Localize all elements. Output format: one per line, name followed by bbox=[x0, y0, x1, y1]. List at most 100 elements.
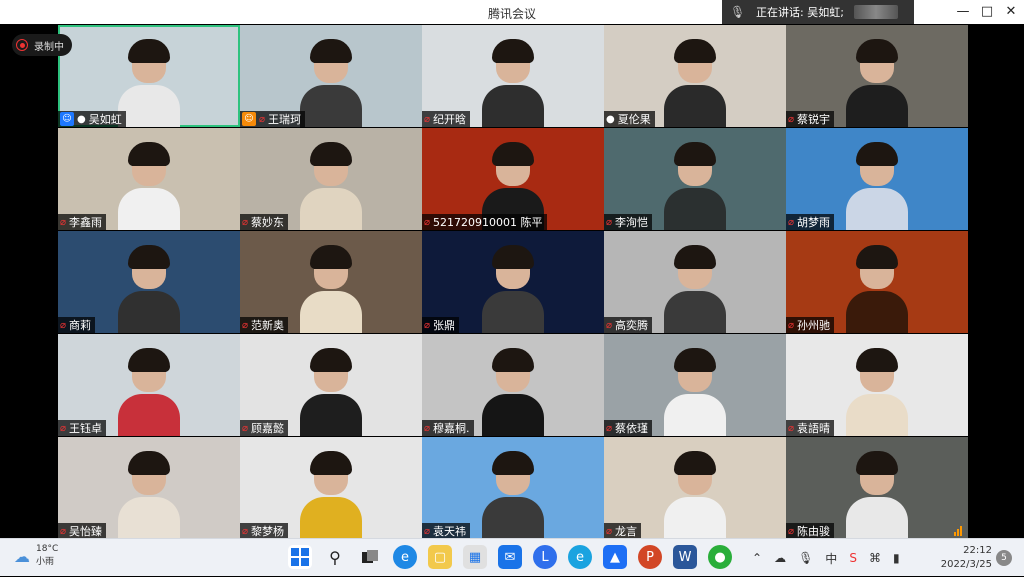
participant-video bbox=[482, 348, 544, 436]
participant-video bbox=[300, 39, 362, 127]
participant-video bbox=[664, 245, 726, 333]
participant-label: ⌀ 袁語晴 bbox=[786, 420, 835, 436]
weak-signal-icon bbox=[954, 526, 962, 536]
participant-tile[interactable]: ⌀ 顾嘉懿 bbox=[240, 334, 422, 436]
participant-label: ⌀ 张鼎 bbox=[422, 317, 460, 333]
edge-dev-icon[interactable]: e bbox=[568, 545, 592, 569]
search-icon[interactable]: ⚲ bbox=[323, 545, 347, 569]
participant-label: ⌀ 龙言 bbox=[604, 523, 642, 539]
close-button[interactable]: ✕ bbox=[1000, 2, 1022, 22]
blurred-content bbox=[853, 5, 898, 19]
participant-tile[interactable]: ⌀ 袁天祎 bbox=[422, 437, 604, 539]
participant-name: 吴如虹 bbox=[88, 113, 122, 126]
participant-tile[interactable]: ⌀ 陈由骏 bbox=[786, 437, 968, 539]
wifi-icon[interactable]: ⌘ bbox=[869, 551, 881, 565]
participant-tile[interactable]: ⌀ 穆嘉桐. bbox=[422, 334, 604, 436]
participant-name: 吴怡臻 bbox=[69, 525, 103, 538]
participant-video bbox=[300, 451, 362, 539]
participant-name: 蔡依瑾 bbox=[615, 422, 649, 435]
microphone-icon: 🎙 bbox=[730, 5, 746, 19]
weather-widget[interactable]: ☁ 18°C 小雨 bbox=[14, 543, 58, 569]
participant-tile[interactable]: ⌀ 李鑫雨 bbox=[58, 128, 240, 230]
mic-muted-icon: ⌀ bbox=[60, 422, 67, 434]
lark-icon[interactable]: L bbox=[533, 545, 557, 569]
edge-icon[interactable]: e bbox=[393, 545, 417, 569]
participant-tile[interactable]: ⌀ 袁語晴 bbox=[786, 334, 968, 436]
mic-muted-icon: ⌀ bbox=[60, 525, 67, 537]
participant-tile[interactable]: ☺ ● 吴如虹 bbox=[58, 25, 240, 127]
participant-tile[interactable]: ☺ ⌀ 王瑞珂 bbox=[240, 25, 422, 127]
participant-name: 陈由骏 bbox=[797, 525, 831, 538]
participant-tile[interactable]: ⌀ 蔡妙东 bbox=[240, 128, 422, 230]
participant-label: ⌀ 高奕腾 bbox=[604, 317, 653, 333]
participant-tile[interactable]: ⌀ 黎梦杨 bbox=[240, 437, 422, 539]
participant-tile[interactable]: ⌀ 纪开晗 bbox=[422, 25, 604, 127]
mic-muted-icon: ⌀ bbox=[788, 422, 795, 434]
participant-name: 高奕腾 bbox=[615, 319, 649, 332]
file-explorer-icon[interactable]: ▢ bbox=[428, 545, 452, 569]
participant-name: 李洵恺 bbox=[615, 216, 649, 229]
participant-tile[interactable]: ⌀ 蔡锐宇 bbox=[786, 25, 968, 127]
taskbar: ☁ 18°C 小雨 ⚲ e ▢ ▦ ✉ L e ▲ P W ● ⌃ ☁ 🎙 中 … bbox=[0, 538, 1024, 576]
participant-video bbox=[846, 348, 908, 436]
participant-label: ☺ ⌀ 王瑞珂 bbox=[240, 111, 306, 127]
participant-tile[interactable]: ⌀ 521720910001 陈平 bbox=[422, 128, 604, 230]
clock-date: 2022/3/25 bbox=[940, 559, 992, 570]
onedrive-icon[interactable]: ☁ bbox=[774, 551, 786, 565]
microphone-icon[interactable]: 🎙 bbox=[798, 551, 813, 565]
recording-indicator[interactable]: 录制中 bbox=[12, 34, 72, 56]
minimize-button[interactable]: — bbox=[952, 2, 974, 22]
wechat-icon[interactable]: ● bbox=[708, 545, 732, 569]
participant-video bbox=[118, 39, 180, 127]
participant-video bbox=[846, 451, 908, 539]
participant-video bbox=[664, 451, 726, 539]
mic-muted-icon: ⌀ bbox=[60, 216, 67, 228]
participant-tile[interactable]: ⌀ 孙州驰 bbox=[786, 231, 968, 333]
participant-label: ⌀ 吴怡臻 bbox=[58, 523, 107, 539]
participant-video bbox=[300, 348, 362, 436]
participant-label: ● 夏伦果 bbox=[604, 111, 655, 127]
chevron-up-icon[interactable]: ⌃ bbox=[752, 551, 762, 565]
maximize-button[interactable]: □ bbox=[976, 2, 998, 22]
participant-name: 穆嘉桐. bbox=[433, 422, 470, 435]
participant-tile[interactable]: ⌀ 蔡依瑾 bbox=[604, 334, 786, 436]
mic-muted-icon: ⌀ bbox=[259, 113, 266, 125]
windows-start-icon[interactable] bbox=[288, 545, 312, 569]
participant-name: 商莉 bbox=[69, 319, 92, 332]
battery-icon[interactable]: ▮ bbox=[893, 551, 900, 565]
record-icon bbox=[16, 39, 28, 51]
mic-muted-icon: ⌀ bbox=[242, 319, 249, 331]
participant-video bbox=[482, 451, 544, 539]
participant-tile[interactable]: ⌀ 吴怡臻 bbox=[58, 437, 240, 539]
participant-tile[interactable]: ⌀ 范新奥 bbox=[240, 231, 422, 333]
participant-tile[interactable]: ⌀ 高奕腾 bbox=[604, 231, 786, 333]
participant-label: ⌀ 李鑫雨 bbox=[58, 214, 107, 230]
task-view-icon[interactable] bbox=[358, 545, 382, 569]
participant-label: ⌀ 蔡妙东 bbox=[240, 214, 289, 230]
participant-video bbox=[118, 142, 180, 230]
participant-tile[interactable]: ● 夏伦果 bbox=[604, 25, 786, 127]
participant-tile[interactable]: ⌀ 胡梦雨 bbox=[786, 128, 968, 230]
participant-video bbox=[664, 142, 726, 230]
mic-muted-icon: ⌀ bbox=[606, 422, 613, 434]
participant-video bbox=[664, 348, 726, 436]
word-icon[interactable]: W bbox=[673, 545, 697, 569]
notification-badge[interactable]: 5 bbox=[996, 550, 1012, 566]
tencent-meeting-icon[interactable]: ▲ bbox=[603, 545, 627, 569]
powerpoint-icon[interactable]: P bbox=[638, 545, 662, 569]
participant-video bbox=[118, 245, 180, 333]
participant-tile[interactable]: ⌀ 李洵恺 bbox=[604, 128, 786, 230]
clock[interactable]: 22:12 2022/3/25 bbox=[938, 544, 992, 572]
participant-video bbox=[846, 39, 908, 127]
store-icon[interactable]: ▦ bbox=[463, 545, 487, 569]
participant-tile[interactable]: ⌀ 张鼎 bbox=[422, 231, 604, 333]
mic-muted-icon: ⌀ bbox=[606, 216, 613, 228]
participant-label: ⌀ 521720910001 陈平 bbox=[422, 214, 547, 230]
sogou-icon[interactable]: S bbox=[849, 551, 857, 565]
participant-tile[interactable]: ⌀ 王钰卓 bbox=[58, 334, 240, 436]
mail-icon[interactable]: ✉ bbox=[498, 545, 522, 569]
participant-tile[interactable]: ⌀ 龙言 bbox=[604, 437, 786, 539]
ime-indicator[interactable]: 中 bbox=[825, 550, 837, 567]
microphone-icon: ● bbox=[77, 113, 86, 125]
participant-tile[interactable]: ⌀ 商莉 bbox=[58, 231, 240, 333]
